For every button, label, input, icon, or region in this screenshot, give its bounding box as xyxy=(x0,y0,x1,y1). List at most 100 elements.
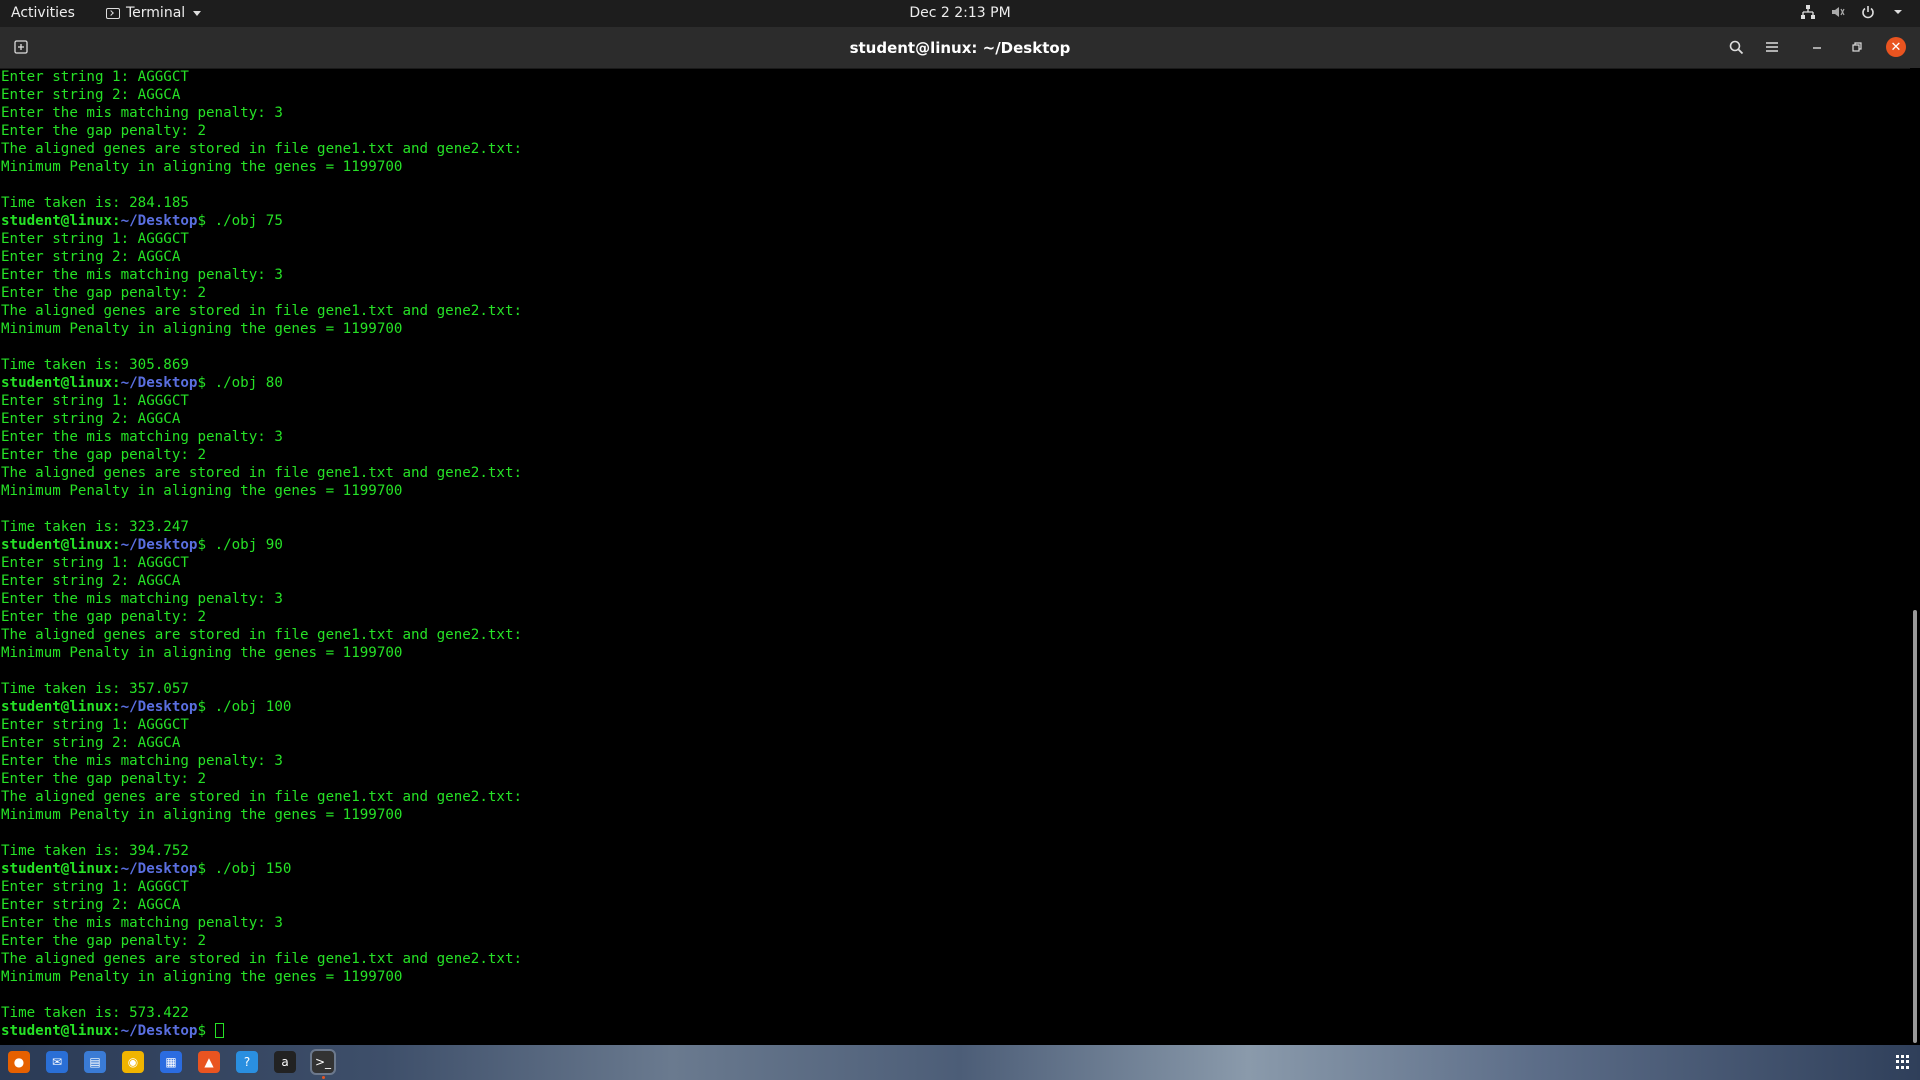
prompt-path: ~/Desktop xyxy=(120,1023,198,1039)
close-button[interactable]: ✕ xyxy=(1886,37,1906,57)
prompt-path: ~/Desktop xyxy=(120,213,198,229)
output-line: Enter the mis matching penalty: 3 xyxy=(0,104,1910,122)
output-text: Enter the gap penalty: 2 xyxy=(1,285,206,301)
text-cursor xyxy=(214,1023,224,1038)
activities-button[interactable]: Activities xyxy=(11,5,75,21)
output-line: Enter the gap penalty: 2 xyxy=(0,608,1910,626)
prompt-line: student@linux:~/Desktop$ ./obj 100 xyxy=(0,698,1910,716)
prompt-path: ~/Desktop xyxy=(120,537,198,553)
minimize-button[interactable] xyxy=(1804,35,1830,59)
system-tray[interactable] xyxy=(1800,4,1906,20)
output-line: Enter string 1: AGGGCT xyxy=(0,716,1910,734)
output-text: Enter the mis matching penalty: 3 xyxy=(1,429,283,445)
minimize-icon xyxy=(1813,47,1821,49)
output-text: Minimum Penalty in aligning the genes = … xyxy=(1,483,403,499)
output-text: Enter string 2: AGGCA xyxy=(1,897,181,913)
prompt-user: student@linux xyxy=(1,537,113,553)
restore-icon xyxy=(1852,42,1862,52)
scrollbar-thumb[interactable] xyxy=(1913,610,1917,1043)
menu-button[interactable] xyxy=(1759,35,1785,59)
output-line: Enter string 1: AGGGCT xyxy=(0,392,1910,410)
command-text: ./obj 100 xyxy=(214,699,292,715)
output-text: Enter the gap penalty: 2 xyxy=(1,933,206,949)
chevron-down-icon[interactable] xyxy=(1890,4,1906,20)
output-line: Enter the mis matching penalty: 3 xyxy=(0,266,1910,284)
power-icon[interactable] xyxy=(1860,4,1876,20)
output-text: Enter the gap penalty: 2 xyxy=(1,771,206,787)
prompt-line: student@linux:~/Desktop$ ./obj 75 xyxy=(0,212,1910,230)
prompt-line: student@linux:~/Desktop$ ./obj 150 xyxy=(0,860,1910,878)
output-line: The aligned genes are stored in file gen… xyxy=(0,464,1910,482)
amazon-icon[interactable]: a xyxy=(274,1051,296,1073)
output-text: Enter string 2: AGGCA xyxy=(1,249,181,265)
prompt-user: student@linux xyxy=(1,375,113,391)
output-line: Enter the mis matching penalty: 3 xyxy=(0,914,1910,932)
prompt-symbol: $ xyxy=(197,213,215,229)
output-text: The aligned genes are stored in file gen… xyxy=(1,789,523,805)
output-text: Enter the gap penalty: 2 xyxy=(1,609,206,625)
show-applications-icon[interactable] xyxy=(1896,1055,1910,1069)
output-line: Time taken is: 394.752 xyxy=(0,842,1910,860)
command-text: ./obj 150 xyxy=(214,861,292,877)
output-text: Time taken is: 323.247 xyxy=(1,519,189,535)
app-menu-label: Terminal xyxy=(126,5,186,21)
prompt-symbol: $ xyxy=(197,375,215,391)
output-line: Enter string 1: AGGGCT xyxy=(0,554,1910,572)
software-center-icon[interactable]: ▲ xyxy=(198,1051,220,1073)
writer-icon[interactable]: ▦ xyxy=(160,1051,182,1073)
output-text: Minimum Penalty in aligning the genes = … xyxy=(1,321,403,337)
help-icon[interactable]: ? xyxy=(236,1051,258,1073)
output-text: Enter string 1: AGGGCT xyxy=(1,717,189,733)
output-text: Enter the gap penalty: 2 xyxy=(1,447,206,463)
search-button[interactable] xyxy=(1723,35,1749,59)
output-line: Enter string 2: AGGCA xyxy=(0,410,1910,428)
prompt-separator: : xyxy=(112,1023,121,1039)
output-text: Enter string 1: AGGGCT xyxy=(1,393,189,409)
terminal-icon[interactable]: >_ xyxy=(310,1049,336,1075)
output-text: The aligned genes are stored in file gen… xyxy=(1,465,523,481)
running-indicator xyxy=(322,1076,325,1079)
clock[interactable]: Dec 2 2:13 PM xyxy=(909,5,1010,21)
network-icon[interactable] xyxy=(1800,4,1816,20)
output-text: Time taken is: 573.422 xyxy=(1,1005,189,1021)
output-text: Enter the mis matching penalty: 3 xyxy=(1,267,283,283)
command-text: ./obj 75 xyxy=(214,213,283,229)
firefox-icon[interactable]: ● xyxy=(8,1051,30,1073)
new-tab-button[interactable] xyxy=(8,35,34,59)
output-line: Enter the mis matching penalty: 3 xyxy=(0,428,1910,446)
output-text: The aligned genes are stored in file gen… xyxy=(1,951,523,967)
prompt-symbol: $ xyxy=(197,861,215,877)
prompt-path: ~/Desktop xyxy=(120,699,198,715)
prompt-symbol: $ xyxy=(197,537,215,553)
output-text: Enter string 2: AGGCA xyxy=(1,573,181,589)
output-line: Enter string 2: AGGCA xyxy=(0,248,1910,266)
terminal-output[interactable]: Enter string 1: AGGGCT Enter string 2: AG… xyxy=(0,68,1910,1045)
rhythmbox-icon[interactable]: ◉ xyxy=(122,1051,144,1073)
volume-icon[interactable] xyxy=(1830,4,1846,20)
thunderbird-icon[interactable]: ✉ xyxy=(46,1051,68,1073)
output-line: The aligned genes are stored in file gen… xyxy=(0,626,1910,644)
output-line: Time taken is: 305.869 xyxy=(0,356,1910,374)
output-line: Minimum Penalty in aligning the genes = … xyxy=(0,482,1910,500)
prompt-separator: : xyxy=(112,699,121,715)
new-tab-icon xyxy=(14,40,28,54)
close-icon: ✕ xyxy=(1890,39,1902,55)
text-document-icon[interactable]: ▤ xyxy=(84,1051,106,1073)
output-text: The aligned genes are stored in file gen… xyxy=(1,141,523,157)
output-line: Enter string 2: AGGCA xyxy=(0,572,1910,590)
output-text: Minimum Penalty in aligning the genes = … xyxy=(1,159,403,175)
output-line: Minimum Penalty in aligning the genes = … xyxy=(0,320,1910,338)
output-text: Minimum Penalty in aligning the genes = … xyxy=(1,969,403,985)
app-menu[interactable]: Terminal xyxy=(106,5,202,21)
output-line: Minimum Penalty in aligning the genes = … xyxy=(0,158,1910,176)
output-text: Minimum Penalty in aligning the genes = … xyxy=(1,807,403,823)
output-text: Minimum Penalty in aligning the genes = … xyxy=(1,645,403,661)
maximize-button[interactable] xyxy=(1844,35,1870,59)
prompt-line: student@linux:~/Desktop$ xyxy=(0,1022,1910,1040)
output-text: Enter string 2: AGGCA xyxy=(1,735,181,751)
output-text: Enter string 1: AGGGCT xyxy=(1,555,189,571)
output-line: The aligned genes are stored in file gen… xyxy=(0,140,1910,158)
command-text: ./obj 80 xyxy=(214,375,283,391)
